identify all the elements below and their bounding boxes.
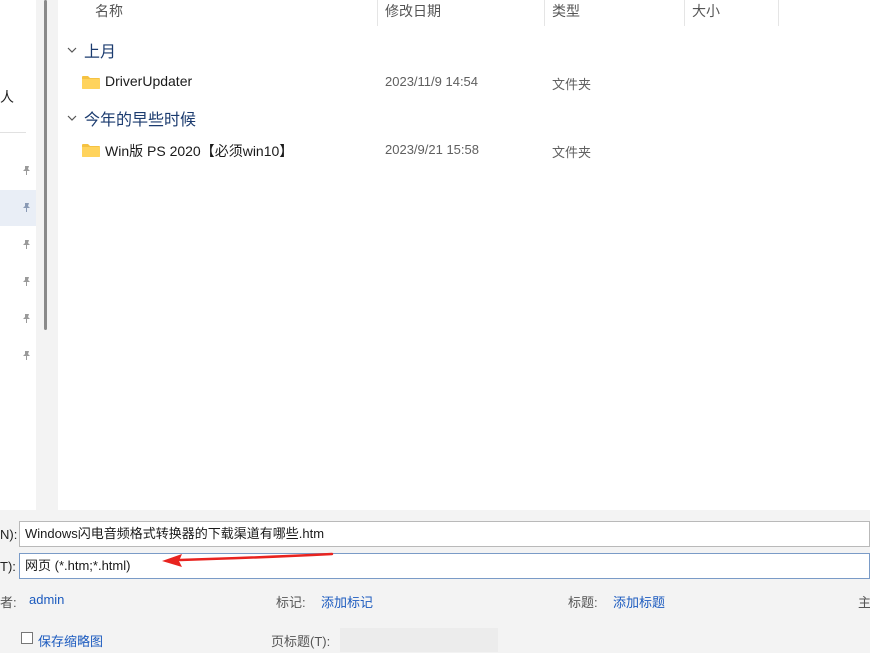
group-header[interactable]: 上月 [66, 38, 116, 62]
column-divider[interactable] [544, 0, 545, 26]
file-name: Win版 PS 2020【必须win10】 [105, 143, 294, 159]
add-title-link[interactable]: 添加标题 [613, 592, 665, 611]
pin-icon[interactable] [21, 313, 32, 324]
filetype-select[interactable]: 网页 (*.htm;*.html) [19, 553, 870, 579]
file-row[interactable]: DriverUpdater 2023/11/9 14:54 文件夹 [66, 68, 846, 96]
column-divider[interactable] [684, 0, 685, 26]
add-tags-link[interactable]: 添加标记 [321, 592, 373, 611]
group-label: 今年的早些时候 [84, 112, 197, 129]
nav-scrollbar[interactable] [44, 0, 47, 330]
file-date: 2023/9/21 15:58 [385, 142, 479, 157]
column-divider[interactable] [778, 0, 779, 26]
column-header-type[interactable]: 类型 [552, 0, 580, 26]
red-arrow-annotation [162, 552, 334, 567]
filename-input[interactable]: Windows闪电音频格式转换器的下载渠道有哪些.htm [19, 521, 870, 547]
column-header-name[interactable]: 名称 [95, 0, 123, 26]
file-row[interactable]: Win版 PS 2020【必须win10】 2023/9/21 15:58 文件… [66, 136, 846, 164]
file-type: 文件夹 [552, 145, 592, 160]
page-title-label: 页标题(T): [271, 634, 331, 649]
nav-divider [0, 132, 26, 133]
subject-label: 主 [858, 595, 870, 610]
navigation-pane: 人 [0, 0, 36, 510]
pin-icon[interactable] [21, 202, 32, 213]
chevron-down-icon [67, 115, 77, 121]
author-label: 者: [0, 595, 17, 610]
pin-icon[interactable] [21, 350, 32, 361]
nav-scroll-track [36, 0, 58, 510]
file-name: DriverUpdater [105, 73, 193, 89]
nav-item-partial[interactable]: 人 [0, 87, 14, 107]
tags-label: 标记: [276, 595, 306, 610]
author-value[interactable]: admin [29, 592, 64, 607]
column-header-size[interactable]: 大小 [692, 0, 720, 26]
folder-icon [82, 76, 100, 89]
save-thumbnail-checkbox[interactable] [21, 632, 33, 644]
filetype-label: T): [0, 559, 16, 574]
page-title-input[interactable] [340, 628, 498, 652]
title-label: 标题: [568, 595, 598, 610]
folder-icon [82, 144, 100, 157]
file-type: 文件夹 [552, 77, 592, 92]
group-label: 上月 [84, 44, 117, 61]
pin-icon[interactable] [21, 165, 32, 176]
group-header[interactable]: 今年的早些时候 [66, 106, 196, 130]
save-thumbnail-label[interactable]: 保存缩略图 [38, 631, 103, 650]
chevron-down-icon [67, 47, 77, 53]
column-header-modified[interactable]: 修改日期 [385, 0, 441, 26]
column-divider[interactable] [377, 0, 378, 26]
file-date: 2023/11/9 14:54 [385, 74, 479, 89]
save-options-panel: N): Windows闪电音频格式转换器的下载渠道有哪些.htm T): 网页 … [0, 510, 870, 653]
filename-label: N): [0, 527, 18, 542]
pin-icon[interactable] [21, 239, 32, 250]
pin-icon[interactable] [21, 276, 32, 287]
